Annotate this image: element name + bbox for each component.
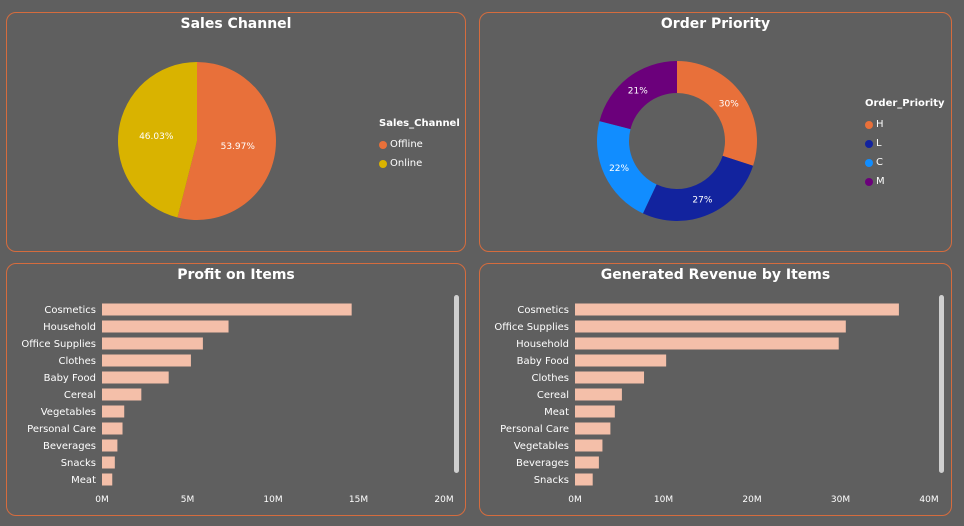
legend-dot xyxy=(865,139,873,148)
bar-vegetables[interactable] xyxy=(575,439,603,452)
category-label: Household xyxy=(43,322,96,333)
legend-item-offline[interactable]: Offline xyxy=(379,135,460,154)
x-tick-label: 0M xyxy=(95,495,109,505)
category-label: Office Supplies xyxy=(494,322,569,333)
legend-label: Online xyxy=(390,158,423,169)
legend-title: Sales_Channel xyxy=(379,118,460,129)
category-label: Vegetables xyxy=(514,441,569,452)
legend-item-online[interactable]: Online xyxy=(379,154,460,173)
bar-clothes[interactable] xyxy=(575,371,645,384)
legend-label: M xyxy=(876,176,885,187)
donut-data-label: 21% xyxy=(628,86,648,96)
sales-channel-panel: Sales Channel 53.97% 46.03% Sales_Channel… xyxy=(6,12,466,252)
legend-label: Offline xyxy=(390,139,423,150)
bar-cereal[interactable] xyxy=(102,388,142,401)
donut-slice-h[interactable] xyxy=(677,61,757,166)
legend-label: H xyxy=(876,119,884,130)
category-label: Beverages xyxy=(43,441,96,452)
bar-office-supplies[interactable] xyxy=(575,320,846,333)
category-label: Cosmetics xyxy=(517,305,569,316)
bar-beverages[interactable] xyxy=(575,456,599,469)
category-label: Personal Care xyxy=(27,424,96,435)
category-label: Personal Care xyxy=(500,424,569,435)
category-label: Snacks xyxy=(534,475,569,486)
bar-snacks[interactable] xyxy=(102,456,115,469)
legend-label: C xyxy=(876,157,883,168)
bar-personal-care[interactable] xyxy=(575,422,611,435)
donut-data-label: 27% xyxy=(692,196,712,206)
legend-dot xyxy=(379,159,387,168)
category-label: Baby Food xyxy=(44,373,96,384)
legend-dot xyxy=(865,158,873,167)
x-tick-label: 10M xyxy=(654,495,673,505)
revenue-bar-chart[interactable]: Cosmetics Office Supplies Household Baby Fo… xyxy=(480,264,951,515)
category-label: Meat xyxy=(544,407,569,418)
x-tick-label: 5M xyxy=(181,495,195,505)
pie-data-label: 46.03% xyxy=(139,132,174,142)
x-tick-label: 20M xyxy=(434,495,453,505)
category-label: Household xyxy=(516,339,569,350)
x-tick-label: 15M xyxy=(349,495,368,505)
donut-data-label: 30% xyxy=(719,99,739,109)
legend-label: L xyxy=(876,138,882,149)
category-label: Meat xyxy=(71,475,96,486)
category-label: Snacks xyxy=(61,458,96,469)
category-label: Clothes xyxy=(532,373,570,384)
order-priority-legend: Order_Priority H L C M xyxy=(865,98,945,191)
bar-cosmetics[interactable] xyxy=(102,303,352,316)
bar-baby-food[interactable] xyxy=(102,371,169,384)
x-tick-label: 20M xyxy=(742,495,761,505)
bar-vegetables[interactable] xyxy=(102,405,125,418)
donut-data-label: 22% xyxy=(609,164,629,174)
legend-dot xyxy=(379,140,387,149)
x-tick-label: 40M xyxy=(919,495,938,505)
legend-item-c[interactable]: C xyxy=(865,153,945,172)
category-label: Clothes xyxy=(59,356,97,367)
bar-meat[interactable] xyxy=(575,405,615,418)
profit-bar-chart[interactable]: Cosmetics Household Office Supplies Clothes… xyxy=(7,264,465,515)
legend-dot xyxy=(865,120,873,129)
legend-item-h[interactable]: H xyxy=(865,115,945,134)
donut-slice-l[interactable] xyxy=(642,155,754,221)
x-tick-label: 0M xyxy=(568,495,582,505)
legend-item-m[interactable]: M xyxy=(865,172,945,191)
category-label: Cosmetics xyxy=(44,305,96,316)
category-label: Office Supplies xyxy=(21,339,96,350)
category-label: Baby Food xyxy=(517,356,569,367)
pie-data-label: 53.97% xyxy=(221,142,256,152)
bar-snacks[interactable] xyxy=(575,473,593,486)
x-tick-label: 30M xyxy=(831,495,850,505)
category-label: Vegetables xyxy=(41,407,96,418)
bar-personal-care[interactable] xyxy=(102,422,123,435)
revenue-by-items-panel: Generated Revenue by Items Cosmetics Offi… xyxy=(479,263,952,516)
bar-clothes[interactable] xyxy=(102,354,191,367)
category-label: Cereal xyxy=(537,390,569,401)
bar-cosmetics[interactable] xyxy=(575,303,899,316)
category-label: Cereal xyxy=(64,390,96,401)
bar-household[interactable] xyxy=(575,337,839,350)
bar-meat[interactable] xyxy=(102,473,113,486)
bar-household[interactable] xyxy=(102,320,229,333)
bar-baby-food[interactable] xyxy=(575,354,667,367)
legend-title: Order_Priority xyxy=(865,98,945,109)
legend-dot xyxy=(865,177,873,186)
vertical-scrollbar[interactable] xyxy=(454,295,459,473)
sales-channel-legend: Sales_Channel Offline Online xyxy=(379,118,460,173)
bar-office-supplies[interactable] xyxy=(102,337,203,350)
legend-item-l[interactable]: L xyxy=(865,134,945,153)
bar-cereal[interactable] xyxy=(575,388,622,401)
vertical-scrollbar[interactable] xyxy=(939,295,944,473)
x-tick-label: 10M xyxy=(263,495,282,505)
profit-on-items-panel: Profit on Items Cosmetics Household Office… xyxy=(6,263,466,516)
category-label: Beverages xyxy=(516,458,569,469)
bar-beverages[interactable] xyxy=(102,439,118,452)
order-priority-panel: Order Priority 30% 27% 22% 21% Order_Priori… xyxy=(479,12,952,252)
